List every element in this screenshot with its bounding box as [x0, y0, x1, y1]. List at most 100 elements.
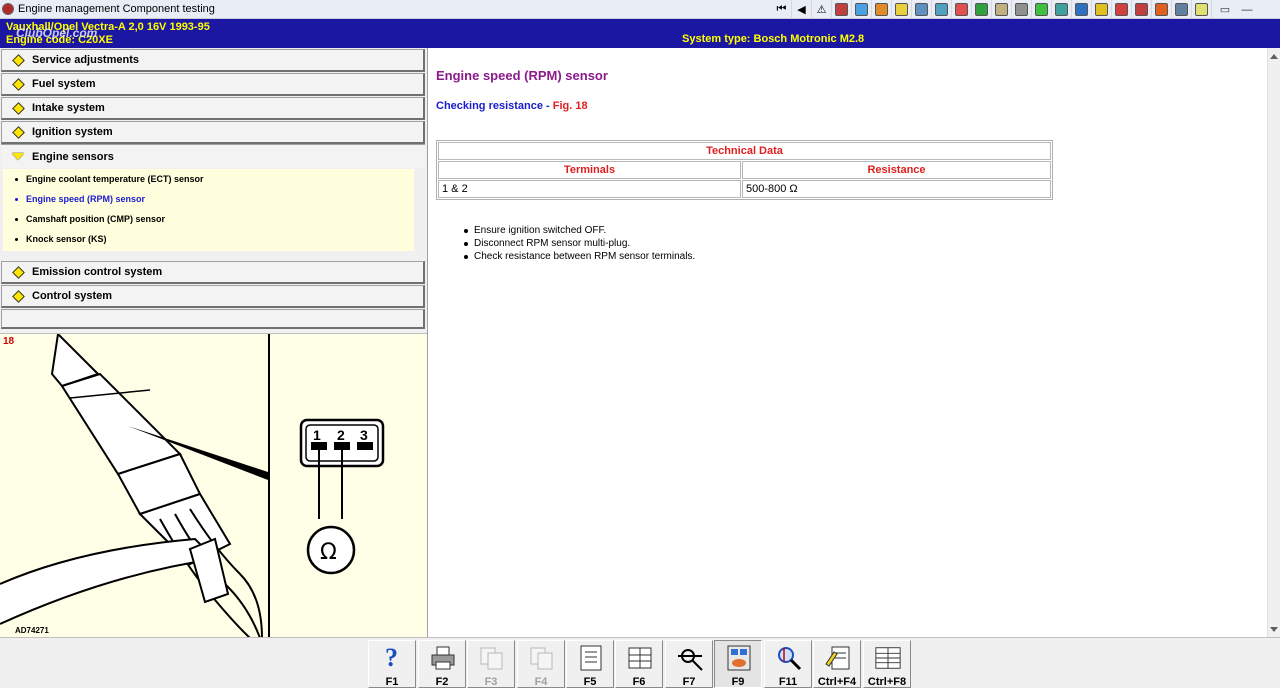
- warning-icon[interactable]: ⚠: [812, 0, 832, 19]
- f6-label: F6: [632, 676, 646, 688]
- book-icon-swatch: [1095, 3, 1108, 16]
- table-header-resistance: Resistance: [742, 161, 1051, 179]
- parts-icon[interactable]: [1032, 0, 1052, 19]
- bullet-diamond-icon: [12, 289, 25, 303]
- battery-icon-swatch: [955, 3, 968, 16]
- nav-section-emission-control[interactable]: Emission control system: [1, 261, 425, 284]
- f11-search-button[interactable]: F11: [764, 640, 812, 688]
- parts-icon-swatch: [1035, 3, 1048, 16]
- nav-section-label: Service adjustments: [32, 54, 139, 66]
- exit-icon-swatch: [975, 3, 988, 16]
- vehicle-icon-swatch: [1175, 3, 1188, 16]
- car-icon-swatch: [1075, 3, 1088, 16]
- pin-2-label: 2: [337, 427, 345, 443]
- bullet-icon: [464, 254, 468, 259]
- brush-icon[interactable]: [992, 0, 1012, 19]
- nav-item-rpm-sensor[interactable]: Engine speed (RPM) sensor: [15, 194, 145, 204]
- nav-item-label: Engine speed (RPM) sensor: [26, 194, 146, 204]
- window-title: Engine management Component testing: [18, 3, 215, 15]
- exit-icon[interactable]: [972, 0, 992, 19]
- bullet-diamond-icon: [12, 265, 25, 279]
- first-page-icon[interactable]: ⏮: [772, 0, 792, 19]
- alert-icon[interactable]: [1152, 0, 1172, 19]
- nav-section-service-adjustments[interactable]: Service adjustments: [1, 49, 425, 72]
- doc-icon[interactable]: [1112, 0, 1132, 19]
- f9-connector-button[interactable]: F9: [714, 640, 762, 688]
- document-icon: [577, 644, 605, 672]
- figure-number: 18: [3, 336, 15, 347]
- nav-item-label: Engine coolant temperature (ECT) sensor: [26, 174, 204, 184]
- bullet-diamond-icon: [12, 53, 25, 67]
- title-bar: Engine management Component testing ⏮ ◀ ⚠ …: [0, 0, 1280, 19]
- f2-print-button[interactable]: F2: [418, 640, 466, 688]
- nav-section-intake-system[interactable]: Intake system: [1, 97, 425, 120]
- f11-label: F11: [778, 676, 798, 688]
- f5-document-button[interactable]: F5: [566, 640, 614, 688]
- minimize-button[interactable]: ▭: [1214, 0, 1236, 19]
- step-text: Ensure ignition switched OFF.: [474, 225, 607, 236]
- paste-icon: [528, 644, 556, 672]
- ctrl-f4-notes-button[interactable]: Ctrl+F4: [813, 640, 861, 688]
- nav-item-ect-sensor[interactable]: Engine coolant temperature (ECT) sensor: [15, 174, 204, 184]
- table-cell-terminals: 1 & 2: [438, 180, 741, 198]
- notes-edit-icon: [824, 644, 852, 672]
- figure-panel: 1 2 3 Ω 18 AD74271: [0, 333, 427, 637]
- notes-icon[interactable]: [1192, 0, 1212, 19]
- ctrl-f8-list-button[interactable]: Ctrl+F8: [863, 640, 911, 688]
- engine-icon[interactable]: [872, 0, 892, 19]
- car-icon[interactable]: [1072, 0, 1092, 19]
- table-row: 1 & 2 500-800 Ω: [438, 180, 1051, 198]
- nav-section-engine-sensors[interactable]: Engine sensors: [1, 144, 425, 168]
- copy-icon: [478, 644, 506, 672]
- diagram-icon[interactable]: [852, 0, 872, 19]
- list-item: Ensure ignition switched OFF.: [464, 224, 695, 237]
- f3-copy-button[interactable]: F3: [467, 640, 515, 688]
- f4-paste-button[interactable]: F4: [517, 640, 565, 688]
- gauge-icon-swatch: [1055, 3, 1068, 16]
- tools-icon-swatch: [935, 3, 948, 16]
- scroll-down-icon[interactable]: [1270, 627, 1278, 632]
- wiring-icon[interactable]: [832, 0, 852, 19]
- spray-icon[interactable]: [1012, 0, 1032, 19]
- battery-icon[interactable]: [952, 0, 972, 19]
- maximize-button[interactable]: —: [1236, 0, 1258, 19]
- nav-section-label: Fuel system: [32, 78, 96, 90]
- window-controls: ▭ —: [1214, 0, 1258, 19]
- navigation-panel: Service adjustments Fuel system Intake s…: [0, 48, 427, 331]
- search-doc-icon: [775, 644, 803, 672]
- vehicle-icon[interactable]: [1172, 0, 1192, 19]
- camera-icon[interactable]: [892, 0, 912, 19]
- nav-section-control-system[interactable]: Control system: [1, 285, 425, 308]
- connector-icon: [725, 644, 753, 672]
- wheel-icon[interactable]: [912, 0, 932, 19]
- service-icon[interactable]: [1132, 0, 1152, 19]
- bullet-diamond-icon: [12, 77, 25, 91]
- page-title: Engine speed (RPM) sensor: [436, 68, 608, 83]
- scroll-up-icon[interactable]: [1270, 54, 1278, 59]
- instruction-list: Ensure ignition switched OFF. Disconnect…: [464, 224, 695, 263]
- previous-icon[interactable]: ◀: [792, 0, 812, 19]
- alert-icon-swatch: [1155, 3, 1168, 16]
- f1-label: F1: [385, 676, 399, 688]
- nav-section-label: Intake system: [32, 102, 105, 114]
- bullet-icon: [15, 177, 18, 181]
- nav-section-label: Engine sensors: [32, 150, 114, 163]
- tools-icon[interactable]: [932, 0, 952, 19]
- nav-item-knock-sensor[interactable]: Knock sensor (KS): [15, 234, 107, 244]
- system-type: System type: Bosch Motronic M2.8: [682, 33, 865, 45]
- check-label: Checking resistance: [436, 100, 543, 112]
- gauge-icon[interactable]: [1052, 0, 1072, 19]
- camera-icon-swatch: [895, 3, 908, 16]
- f6-table-button[interactable]: F6: [615, 640, 663, 688]
- nav-section-fuel-system[interactable]: Fuel system: [1, 73, 425, 96]
- function-key-bar: ? F1 F2 F3 F4 F5 F6 F7 F9 F11 Ctrl+F4 Ct…: [0, 637, 1280, 688]
- vertical-scrollbar[interactable]: [1267, 48, 1280, 637]
- f7-wiring-button[interactable]: F7: [665, 640, 713, 688]
- book-icon[interactable]: [1092, 0, 1112, 19]
- nav-section-ignition-system[interactable]: Ignition system: [1, 121, 425, 144]
- diagram-icon-swatch: [855, 3, 868, 16]
- figure-link[interactable]: Fig. 18: [553, 100, 588, 112]
- f1-help-button[interactable]: ? F1: [368, 640, 416, 688]
- nav-item-cmp-sensor[interactable]: Camshaft position (CMP) sensor: [15, 214, 165, 224]
- doc-icon-swatch: [1115, 3, 1128, 16]
